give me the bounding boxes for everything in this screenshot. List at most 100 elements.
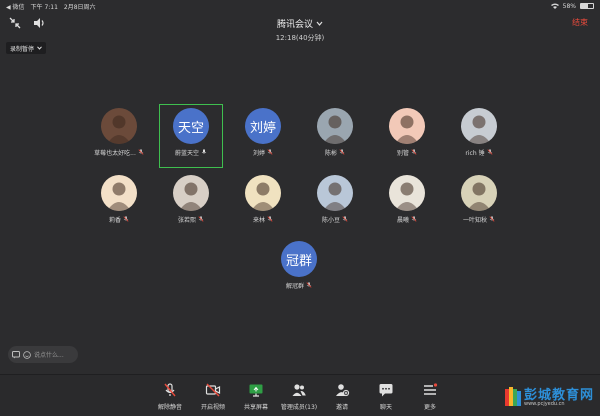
end-meeting-button[interactable]: 结束 bbox=[572, 17, 588, 28]
participant-name: 莉香 bbox=[108, 217, 121, 224]
site-watermark: 彭城教育网 www.pcjyedu.cn bbox=[504, 382, 594, 412]
more-button[interactable]: 更多 bbox=[408, 382, 452, 411]
chat-button[interactable]: 聊天 bbox=[364, 382, 408, 411]
avatar-photo bbox=[395, 182, 419, 211]
avatar bbox=[461, 108, 497, 144]
participant-name: 张若熙 bbox=[177, 217, 196, 224]
avatar: 冠群 bbox=[281, 241, 317, 277]
participant-name-row: 解冠群 bbox=[267, 281, 331, 290]
participant-name-row: 晨曦 bbox=[375, 215, 439, 224]
avatar bbox=[101, 175, 137, 211]
recording-status-label: 录制暂停 bbox=[10, 45, 35, 53]
mic-muted-icon bbox=[489, 215, 495, 224]
more-label: 更多 bbox=[423, 404, 436, 411]
participant-tile[interactable]: 一叶知秋 bbox=[447, 175, 511, 224]
participant-name-row: 别管 bbox=[375, 148, 439, 157]
meeting-header: 腾讯会议 12:18(40分钟) 结束 bbox=[0, 10, 600, 42]
participant-tile[interactable]: 冠群解冠群 bbox=[267, 241, 331, 290]
participant-name-row: rich 锤 bbox=[447, 148, 511, 157]
participant-name-row: 莉香 bbox=[87, 215, 151, 224]
participant-name: 陈彬 bbox=[324, 150, 337, 157]
avatar-photo bbox=[467, 182, 491, 211]
mic-muted-icon bbox=[198, 215, 204, 224]
meeting-duration: 12:18(40分钟) bbox=[275, 34, 325, 42]
mic-muted-icon bbox=[339, 148, 345, 157]
participant-name: rich 锤 bbox=[465, 150, 485, 157]
mic-icon bbox=[201, 148, 207, 157]
participant-tile[interactable]: rich 锤 bbox=[447, 108, 511, 157]
mic-muted-icon bbox=[306, 281, 312, 290]
avatar-photo bbox=[107, 182, 131, 211]
participant-name-row: 张若熙 bbox=[159, 215, 223, 224]
mic-muted-icon bbox=[411, 215, 417, 224]
avatar-photo bbox=[323, 115, 347, 144]
mic-muted-icon bbox=[123, 215, 129, 224]
avatar-photo bbox=[395, 115, 419, 144]
participant-tile[interactable]: 晨曦 bbox=[375, 175, 439, 224]
participant-name-row: 蔚蓝天空 bbox=[159, 148, 223, 157]
unmute-button[interactable]: 解除静音 bbox=[148, 382, 192, 411]
participant-tile[interactable]: 刘婷 刘婷 bbox=[231, 108, 295, 157]
participant-name: 蔚蓝天空 bbox=[174, 150, 199, 157]
participant-tile[interactable]: 陈小豆 bbox=[303, 175, 367, 224]
participant-tile[interactable]: 草莓也太好吃... bbox=[87, 108, 151, 157]
mic-muted-icon bbox=[487, 148, 493, 157]
invite-label: 邀请 bbox=[335, 404, 348, 411]
emoji-icon[interactable] bbox=[23, 350, 31, 359]
participant-name: 草莓也太好吃... bbox=[94, 150, 136, 157]
participant-name: 一叶知秋 bbox=[462, 217, 487, 224]
meeting-title[interactable]: 腾讯会议 bbox=[277, 17, 323, 30]
mic-muted-icon bbox=[411, 148, 417, 157]
participant-tile[interactable]: 别管 bbox=[375, 108, 439, 157]
chat-label: 聊天 bbox=[379, 404, 392, 411]
avatar bbox=[173, 175, 209, 211]
share-screen-icon bbox=[249, 384, 263, 397]
avatar-photo bbox=[107, 115, 131, 144]
watermark-url: www.pcjyedu.cn bbox=[524, 401, 565, 407]
wifi-icon bbox=[550, 3, 559, 9]
participant-name-row: 陈小豆 bbox=[303, 215, 367, 224]
avatar bbox=[245, 175, 281, 211]
mic-muted-icon bbox=[138, 148, 144, 157]
unmute-label: 解除静音 bbox=[157, 404, 182, 411]
chat-bubble-icon bbox=[12, 350, 20, 358]
participant-name-row: 草莓也太好吃... bbox=[87, 148, 151, 157]
participant-tile[interactable]: 来林 bbox=[231, 175, 295, 224]
participant-name-row: 陈彬 bbox=[303, 148, 367, 157]
start-video-label: 开启视频 bbox=[200, 404, 225, 411]
avatar bbox=[101, 108, 137, 144]
avatar-photo bbox=[467, 115, 491, 144]
video-off-icon bbox=[205, 383, 221, 397]
battery-icon bbox=[580, 3, 594, 9]
members-icon bbox=[292, 384, 306, 396]
participant-tile[interactable]: 张若熙 bbox=[159, 175, 223, 224]
participant-name: 刘婷 bbox=[252, 150, 265, 157]
chevron-down-icon bbox=[37, 46, 42, 50]
participant-tile[interactable]: 莉香 bbox=[87, 175, 151, 224]
chat-input-bar[interactable]: 说点什么... bbox=[8, 346, 78, 363]
mic-muted-icon bbox=[342, 215, 348, 224]
avatar bbox=[317, 175, 353, 211]
manage-members-label: 管理成员(13) bbox=[280, 404, 318, 411]
more-icon bbox=[424, 383, 438, 395]
avatar-photo bbox=[251, 182, 275, 211]
invite-button[interactable]: 邀请 bbox=[320, 382, 364, 411]
recording-status-dropdown[interactable]: 录制暂停 bbox=[6, 42, 47, 54]
mic-muted-icon bbox=[164, 383, 176, 397]
participant-name: 来林 bbox=[252, 217, 265, 224]
invite-icon bbox=[336, 384, 350, 397]
participant-tile[interactable]: 陈彬 bbox=[303, 108, 367, 157]
avatar-photo bbox=[179, 182, 203, 211]
share-screen-label: 共享屏幕 bbox=[243, 404, 268, 411]
manage-members-button[interactable]: 管理成员(13) bbox=[277, 382, 321, 411]
participant-tile[interactable]: 天空 蔚蓝天空 bbox=[159, 108, 223, 157]
share-screen-button[interactable]: 共享屏幕 bbox=[234, 382, 278, 411]
book-logo-icon bbox=[505, 387, 521, 406]
start-video-button[interactable]: 开启视频 bbox=[191, 382, 235, 411]
meeting-title-text: 腾讯会议 bbox=[276, 20, 313, 30]
avatar: 刘婷 bbox=[245, 108, 281, 144]
avatar bbox=[461, 175, 497, 211]
mic-muted-icon bbox=[267, 215, 273, 224]
participant-name: 解冠群 bbox=[285, 283, 304, 290]
avatar bbox=[317, 108, 353, 144]
